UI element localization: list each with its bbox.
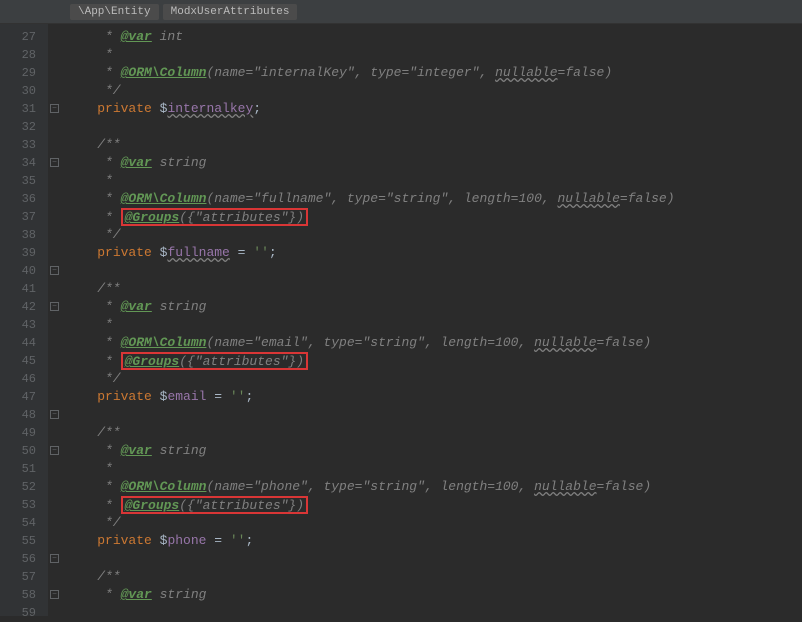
code-line[interactable]: private $internalkey; (66, 100, 802, 118)
code-line[interactable]: * @Groups({"attributes"}) (66, 208, 802, 226)
code-line[interactable]: * @var string (66, 298, 802, 316)
code-line[interactable] (66, 604, 802, 622)
line-number: 30 (0, 82, 36, 100)
line-number: 28 (0, 46, 36, 64)
code-line[interactable]: private $phone = ''; (66, 532, 802, 550)
line-number: 40 (0, 262, 36, 280)
line-number: 59 (0, 604, 36, 622)
code-line[interactable]: * (66, 316, 802, 334)
breadcrumb: \App\Entity ModxUserAttributes (0, 0, 802, 24)
code-line[interactable]: /** (66, 136, 802, 154)
line-number: 42 (0, 298, 36, 316)
line-number: 39 (0, 244, 36, 262)
code-area[interactable]: * @var int * * @ORM\Column(name="interna… (66, 24, 802, 616)
line-number: 50 (0, 442, 36, 460)
line-number: 55 (0, 532, 36, 550)
line-number: 52 (0, 478, 36, 496)
line-number: 32 (0, 118, 36, 136)
line-number: 29 (0, 64, 36, 82)
code-line[interactable]: * @var string (66, 154, 802, 172)
line-number: 31 (0, 100, 36, 118)
line-number: 27 (0, 28, 36, 46)
line-number: 56 (0, 550, 36, 568)
line-number: 53 (0, 496, 36, 514)
code-line[interactable]: */ (66, 370, 802, 388)
line-number: 37 (0, 208, 36, 226)
code-line[interactable]: private $fullname = ''; (66, 244, 802, 262)
code-line[interactable]: * @Groups({"attributes"}) (66, 496, 802, 514)
code-line[interactable]: * @ORM\Column(name="email", type="string… (66, 334, 802, 352)
fold-toggle-icon[interactable]: − (50, 104, 59, 113)
breadcrumb-namespace[interactable]: \App\Entity (70, 4, 159, 20)
code-line[interactable]: * @ORM\Column(name="fullname", type="str… (66, 190, 802, 208)
code-line[interactable] (66, 550, 802, 568)
code-line[interactable]: /** (66, 424, 802, 442)
code-line[interactable]: * @Groups({"attributes"}) (66, 352, 802, 370)
line-number: 38 (0, 226, 36, 244)
line-number: 54 (0, 514, 36, 532)
line-number: 58 (0, 586, 36, 604)
fold-toggle-icon[interactable]: − (50, 590, 59, 599)
code-line[interactable] (66, 406, 802, 424)
line-number: 49 (0, 424, 36, 442)
code-line[interactable]: * (66, 172, 802, 190)
fold-toggle-icon[interactable]: − (50, 446, 59, 455)
code-editor[interactable]: 2728293031323334353637383940414243444546… (0, 24, 802, 616)
fold-column: − − − − − − − − (48, 24, 66, 616)
code-line[interactable]: * @var string (66, 442, 802, 460)
code-line[interactable]: */ (66, 514, 802, 532)
line-number: 45 (0, 352, 36, 370)
line-number: 44 (0, 334, 36, 352)
code-line[interactable]: * (66, 460, 802, 478)
code-line[interactable] (66, 118, 802, 136)
breadcrumb-class[interactable]: ModxUserAttributes (163, 4, 298, 20)
code-line[interactable] (66, 262, 802, 280)
code-line[interactable]: * @ORM\Column(name="phone", type="string… (66, 478, 802, 496)
code-line[interactable]: */ (66, 226, 802, 244)
code-line[interactable]: */ (66, 82, 802, 100)
fold-toggle-icon[interactable]: − (50, 158, 59, 167)
fold-toggle-icon[interactable]: − (50, 266, 59, 275)
code-line[interactable]: /** (66, 280, 802, 298)
code-line[interactable]: * @var string (66, 586, 802, 604)
line-number: 47 (0, 388, 36, 406)
line-number: 46 (0, 370, 36, 388)
line-number: 43 (0, 316, 36, 334)
line-number: 35 (0, 172, 36, 190)
line-number: 36 (0, 190, 36, 208)
code-line[interactable]: * (66, 46, 802, 64)
code-line[interactable]: * @var int (66, 28, 802, 46)
code-line[interactable]: /** (66, 568, 802, 586)
line-number: 41 (0, 280, 36, 298)
code-line[interactable]: private $email = ''; (66, 388, 802, 406)
code-line[interactable]: * @ORM\Column(name="internalKey", type="… (66, 64, 802, 82)
line-number: 33 (0, 136, 36, 154)
fold-toggle-icon[interactable]: − (50, 302, 59, 311)
fold-toggle-icon[interactable]: − (50, 554, 59, 563)
line-number: 57 (0, 568, 36, 586)
line-number: 34 (0, 154, 36, 172)
fold-toggle-icon[interactable]: − (50, 410, 59, 419)
line-number: 48 (0, 406, 36, 424)
line-gutter: 2728293031323334353637383940414243444546… (0, 24, 48, 616)
line-number: 51 (0, 460, 36, 478)
